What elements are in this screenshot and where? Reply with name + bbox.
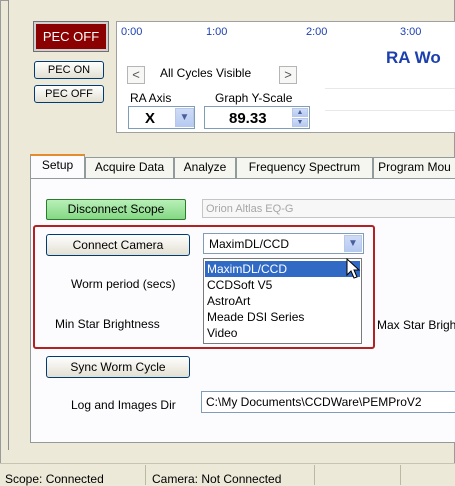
tab-setup[interactable]: Setup bbox=[30, 154, 85, 179]
worm-period-label: Worm period (secs) bbox=[71, 277, 176, 291]
pec-on-button[interactable]: PEC ON bbox=[34, 61, 104, 79]
scope-name-field: Orion Altlas EQ-G bbox=[202, 199, 455, 218]
pec-off-button[interactable]: PEC OFF bbox=[34, 85, 104, 103]
camera-select-value: MaximDL/CCD bbox=[209, 237, 290, 251]
spin-up-icon[interactable]: ▲ bbox=[292, 108, 308, 117]
connect-camera-button[interactable]: Connect Camera bbox=[46, 234, 190, 256]
cycles-visible-label: All Cycles Visible bbox=[160, 66, 252, 80]
camera-dropdown-list: MaximDL/CCD CCDSoft V5 AstroArt Meade DS… bbox=[203, 258, 362, 344]
pec-status-indicator: PEC OFF bbox=[33, 21, 109, 52]
ra-axis-value: X bbox=[145, 110, 156, 127]
camera-option[interactable]: Meade DSI Series bbox=[205, 309, 360, 325]
graph-title: RA Wo bbox=[386, 48, 441, 67]
scope-status: Scope: Connected bbox=[5, 472, 104, 486]
tab-program-mount[interactable]: Program Mou bbox=[373, 157, 455, 178]
camera-option[interactable]: MaximDL/CCD bbox=[205, 261, 360, 277]
tab-acquire-data[interactable]: Acquire Data bbox=[85, 157, 174, 178]
ra-axis-select[interactable]: X ▼ bbox=[128, 106, 195, 129]
max-star-brightness-label: Max Star Brightn bbox=[377, 318, 455, 332]
status-divider bbox=[400, 465, 401, 485]
graph-tick-label: 1:00 bbox=[206, 26, 228, 38]
prev-cycle-button[interactable]: < bbox=[127, 66, 145, 84]
graph-gridline bbox=[325, 110, 455, 111]
graph-tick-label: 0:00 bbox=[121, 26, 143, 38]
sync-worm-cycle-button[interactable]: Sync Worm Cycle bbox=[46, 356, 190, 378]
min-star-brightness-label: Min Star Brightness bbox=[55, 317, 160, 331]
camera-option[interactable]: AstroArt bbox=[205, 293, 360, 309]
mouse-cursor-icon bbox=[346, 258, 361, 279]
camera-option[interactable]: CCDSoft V5 bbox=[205, 277, 360, 293]
ra-axis-label: RA Axis bbox=[130, 91, 172, 105]
graph-gridline bbox=[325, 88, 455, 89]
disconnect-scope-button[interactable]: Disconnect Scope bbox=[46, 199, 186, 220]
log-images-dir-input[interactable]: C:\My Documents\CCDWare\PEMProV2 bbox=[201, 391, 455, 413]
camera-option[interactable]: Video bbox=[205, 325, 360, 341]
graph-tick-label: 2:00 bbox=[306, 26, 328, 38]
tab-analyze[interactable]: Analyze bbox=[174, 157, 236, 178]
yscale-label: Graph Y-Scale bbox=[215, 91, 293, 105]
status-divider bbox=[145, 465, 146, 485]
graph-tick-label: 3:00 bbox=[400, 26, 422, 38]
status-divider bbox=[314, 465, 315, 485]
chevron-down-icon[interactable]: ▼ bbox=[175, 108, 194, 127]
log-images-dir-label: Log and Images Dir bbox=[71, 398, 176, 412]
chevron-down-icon[interactable]: ▼ bbox=[344, 235, 362, 252]
yscale-value: 89.33 bbox=[229, 110, 267, 127]
camera-status: Camera: Not Connected bbox=[152, 472, 282, 486]
next-cycle-button[interactable]: > bbox=[279, 66, 297, 84]
spin-down-icon[interactable]: ▼ bbox=[292, 118, 308, 127]
tab-frequency-spectrum[interactable]: Frequency Spectrum bbox=[236, 157, 373, 178]
yscale-spinner[interactable]: 89.33 ▲ ▼ bbox=[204, 106, 310, 129]
